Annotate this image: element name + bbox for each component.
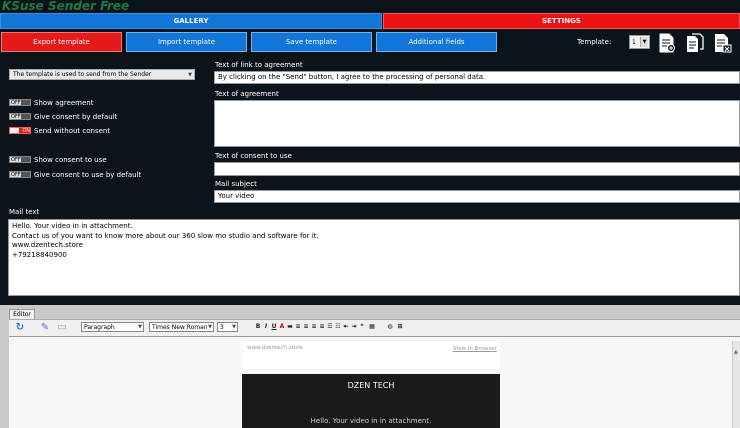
underline-icon[interactable]: U [271, 323, 277, 330]
tab-editor[interactable]: Editor [9, 309, 35, 319]
image-icon[interactable]: ◍ [387, 323, 393, 330]
preview-url: www.dzentech.store [247, 345, 303, 351]
indent-icon[interactable]: ⇥ [351, 323, 357, 330]
show-agreement-label: Show agreement [34, 99, 94, 107]
bold-icon[interactable]: B [255, 323, 261, 330]
align-left-icon[interactable]: ≡ [295, 323, 301, 330]
italic-icon[interactable]: I [263, 323, 269, 330]
toggle-state: OFF [11, 156, 21, 163]
save-template-button[interactable]: Save template [251, 32, 372, 52]
consent-to-use-input[interactable] [214, 162, 740, 176]
delete-document-icon[interactable] [714, 33, 732, 53]
tab-settings[interactable]: SETTINGS [383, 13, 740, 29]
mail-line: Contact us of you want to know more abou… [12, 231, 319, 240]
preview-text: Hello. Your video in in attachment. [310, 417, 432, 425]
consent-to-use-default-label: Give consent to use by default [34, 171, 142, 179]
toggle-knob [21, 172, 30, 177]
font-size-value: 3 [220, 323, 224, 331]
font-family-value: Times New Roman [152, 323, 208, 331]
chevron-down-icon: ▼ [232, 324, 236, 330]
mail-text-input[interactable]: Hello. Your video in in attachment. Cont… [8, 219, 740, 296]
additional-fields-button[interactable]: Additional fields [376, 32, 497, 52]
mail-text-label: Mail text [9, 208, 40, 216]
import-template-button[interactable]: Import template [126, 32, 247, 52]
toggle-send-without-consent[interactable]: ON [9, 127, 31, 134]
numbered-list-icon[interactable]: ☷ [335, 323, 341, 330]
toggle-state: OFF [11, 171, 21, 178]
agreement-text-label: Text of agreement [215, 90, 279, 98]
template-value: 1 [632, 38, 636, 46]
toggle-state: OFF [11, 113, 21, 120]
paragraph-format-select[interactable]: Paragraph ▼ [81, 322, 144, 332]
edit-source-icon[interactable]: ✎ [39, 321, 51, 333]
send-without-consent-label: Send without consent [34, 127, 111, 135]
font-family-select[interactable]: Times New Roman ▼ [149, 322, 214, 332]
new-document-icon[interactable] [658, 33, 676, 53]
agreement-text-input[interactable] [214, 100, 740, 147]
app-title: KSuse Sender Free [2, 0, 130, 13]
view-in-browser-link[interactable]: View in Browser [453, 346, 497, 352]
toggle-knob [21, 114, 30, 119]
chevron-down-icon: ▼ [188, 72, 192, 78]
chevron-down-icon: ▼ [138, 324, 142, 330]
give-consent-default-label: Give consent by default [34, 113, 118, 121]
toggle-knob [10, 128, 19, 133]
copy-document-icon[interactable] [686, 33, 704, 53]
consent-to-use-label: Text of consent to use [215, 152, 292, 160]
font-color-icon[interactable]: A [279, 323, 285, 330]
toggle-state: ON [22, 127, 30, 134]
export-template-button[interactable]: Export template [1, 32, 122, 52]
mail-line: +79218840900 [12, 250, 67, 259]
mail-subject-input[interactable]: Your video [214, 190, 740, 203]
table-icon[interactable]: ▦ [369, 323, 375, 330]
bullet-list-icon[interactable]: ☰ [327, 323, 333, 330]
toggle-show-agreement[interactable]: OFF [9, 99, 31, 106]
align-center-icon[interactable]: ≡ [303, 323, 309, 330]
toggle-give-consent-default[interactable]: OFF [9, 113, 31, 120]
link-icon[interactable]: ⊞ [397, 323, 403, 330]
font-size-select[interactable]: 3 ▼ [217, 322, 238, 332]
mail-line: www.dzentech.store [12, 241, 83, 250]
template-select[interactable]: 1 ▼ [629, 35, 650, 49]
toggle-knob [21, 157, 30, 162]
highlight-icon[interactable]: ▬ [287, 323, 293, 330]
paragraph-format-value: Paragraph [84, 323, 115, 331]
link-to-agreement-label: Text of link to agreement [215, 61, 303, 69]
toggle-state: OFF [11, 99, 21, 106]
quote-icon[interactable]: ❝ [359, 323, 365, 330]
toggle-knob [21, 100, 30, 105]
toggle-show-consent-to-use[interactable]: OFF [9, 156, 31, 163]
align-right-icon[interactable]: ≡ [311, 323, 317, 330]
refresh-icon[interactable]: ↻ [14, 321, 26, 333]
link-to-agreement-input[interactable]: By clicking on the "Send" button, I agre… [214, 71, 740, 84]
sender-select-value: The template is used to send from the Se… [13, 71, 152, 78]
template-label: Template: [577, 38, 612, 46]
paste-icon[interactable]: ▭ [56, 321, 68, 333]
sender-select[interactable]: The template is used to send from the Se… [9, 69, 195, 80]
outdent-icon[interactable]: ⇤ [343, 323, 349, 330]
chevron-down-icon: ▼ [640, 37, 648, 47]
show-consent-to-use-label: Show consent to use [34, 156, 107, 164]
mail-line: Hello. Your video in in attachment. [12, 222, 133, 230]
chevron-down-icon: ▼ [208, 324, 212, 330]
toggle-consent-to-use-default[interactable]: OFF [9, 171, 31, 178]
justify-icon[interactable]: ≡ [319, 323, 325, 330]
scroll-up-icon[interactable]: ▲ [734, 349, 738, 355]
brand-title: DZEN TECH [347, 381, 395, 390]
tab-gallery[interactable]: GALLERY [0, 13, 382, 29]
mail-subject-label: Mail subject [215, 180, 257, 188]
